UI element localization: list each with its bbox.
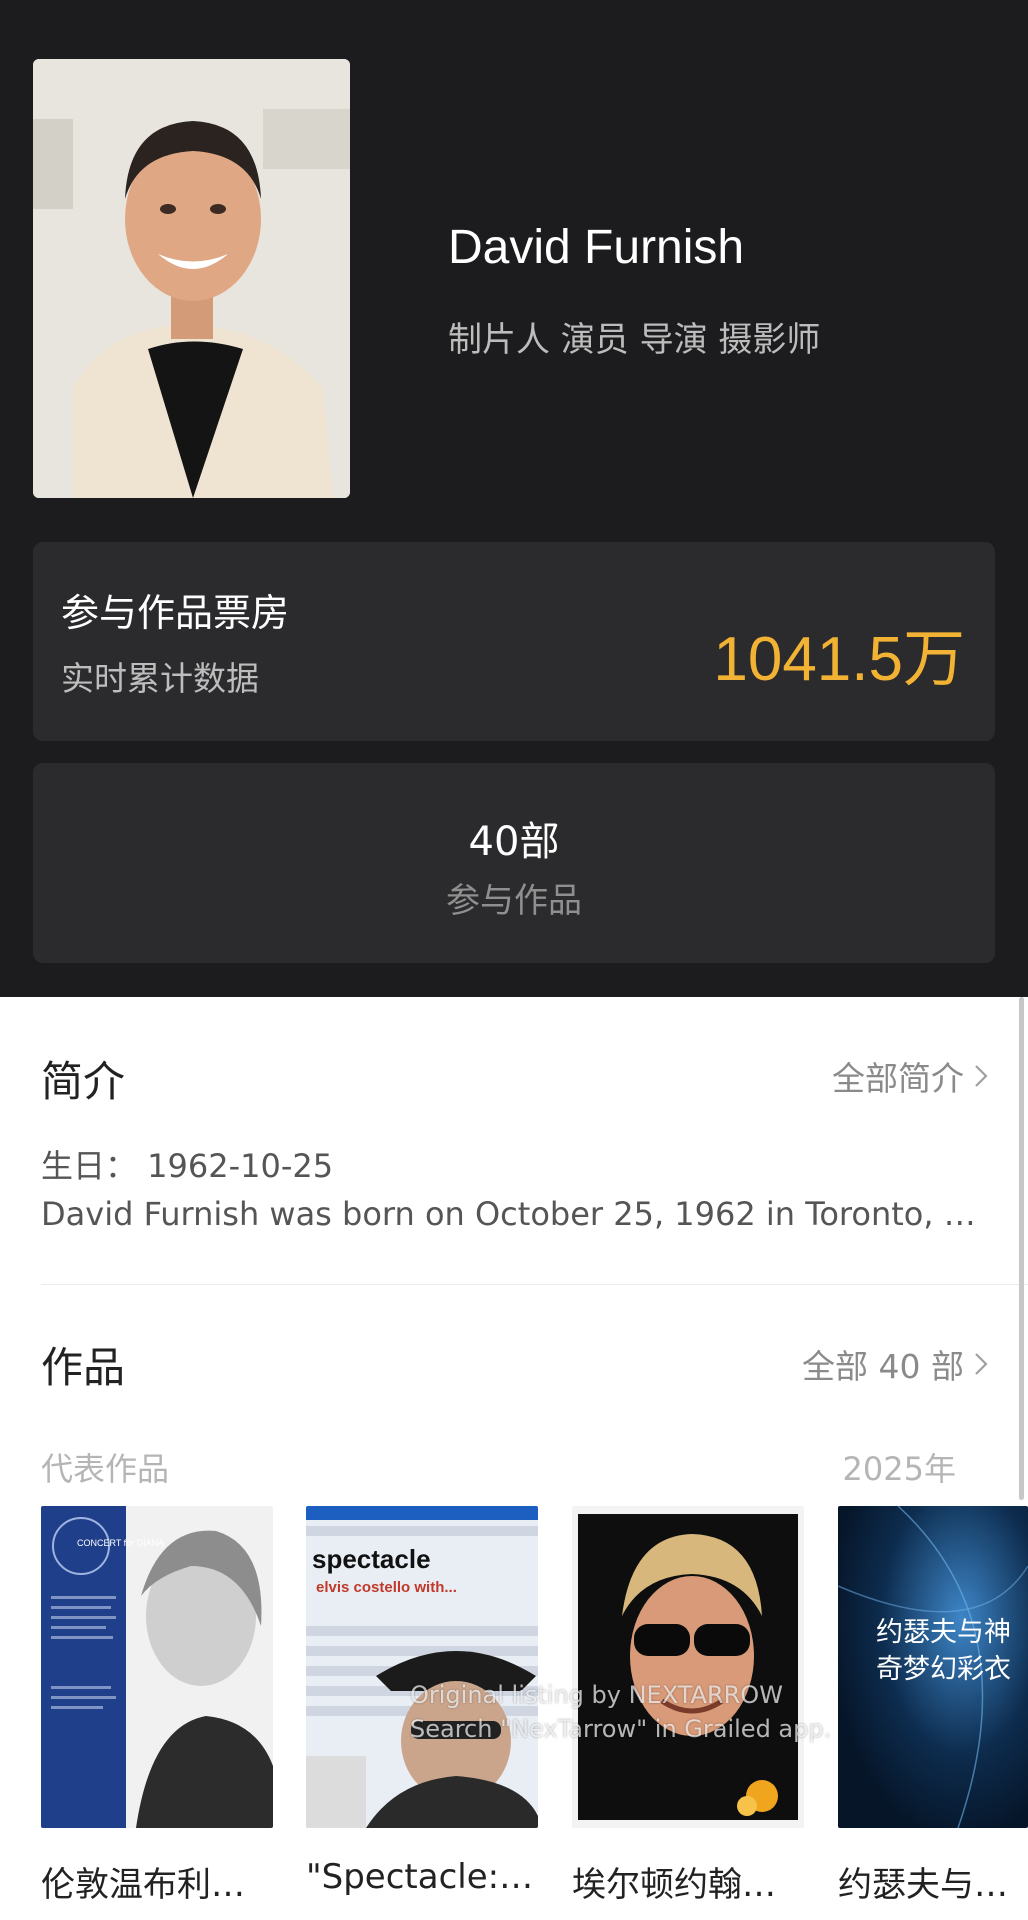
- watermark-overlay: Original listing by NEXTARROW Search "Ne…: [410, 1678, 831, 1746]
- watermark-line-1: Original listing by NEXTARROW: [410, 1681, 783, 1709]
- works-title: 作品: [41, 1343, 126, 1392]
- all-works-label: 全部 40 部: [802, 1347, 964, 1386]
- poster-spectacle[interactable]: spectacle elvis costello with...: [306, 1506, 538, 1828]
- scrollbar[interactable]: [1019, 997, 1024, 1500]
- joseph-poster-line2: 奇梦幻彩衣: [876, 1654, 1011, 1685]
- all-works-link[interactable]: 全部 40 部: [802, 1340, 988, 1388]
- box-office-value: 1041.5万: [713, 625, 965, 694]
- chevron-right-icon: [975, 1353, 988, 1375]
- representative-works-label: 代表作品: [41, 1450, 170, 1488]
- all-intro-label: 全部简介: [832, 1059, 964, 1098]
- poster-elton-john[interactable]: [572, 1506, 804, 1828]
- profile-header: David Furnish 制片人 演员 导演 摄影师 参与作品票房 实时累计数…: [0, 0, 1028, 997]
- poster-joseph[interactable]: 约瑟夫与神 奇梦幻彩衣: [838, 1506, 1028, 1828]
- person-name: David Furnish: [448, 221, 745, 274]
- birthday: 生日： 1962-10-25: [41, 1147, 334, 1185]
- work-title-4[interactable]: 约瑟夫与神奇梦幻彩衣: [838, 1857, 1028, 1906]
- chevron-right-icon: [975, 1065, 988, 1087]
- bio-text[interactable]: David Furnish was born on October 25, 19…: [41, 1195, 986, 1233]
- profile-photo: [33, 59, 350, 498]
- year-label: 2025年: [842, 1450, 956, 1488]
- joseph-poster-line1: 约瑟夫与神: [876, 1617, 1011, 1648]
- watermark-line-2: Search "NexTarrow" in Grailed app.: [410, 1715, 832, 1743]
- all-intro-link[interactable]: 全部简介: [832, 1052, 988, 1100]
- poster-concert-for-diana[interactable]: CONCERT for DIANA: [41, 1506, 273, 1828]
- intro-title: 简介: [41, 1057, 126, 1106]
- works-count: 40部: [468, 819, 560, 865]
- spectacle-poster-title: spectacle: [312, 1544, 431, 1574]
- work-title-1[interactable]: 伦敦温布利大球场纪念戴安娜王妃音乐会: [41, 1857, 273, 1906]
- work-title-3[interactable]: 埃尔顿约翰：我的心肝宝贝: [572, 1857, 804, 1906]
- box-office-title: 参与作品票房: [61, 591, 290, 635]
- spectacle-poster-subtitle: elvis costello with...: [316, 1579, 457, 1596]
- box-office-card[interactable]: 参与作品票房 实时累计数据 1041.5万: [33, 542, 995, 741]
- box-office-subtitle: 实时累计数据: [61, 659, 259, 698]
- person-roles: 制片人 演员 导演 摄影师: [448, 320, 821, 360]
- diana-poster-title: CONCERT for DIANA: [77, 1538, 164, 1548]
- works-count-label: 参与作品: [446, 881, 582, 921]
- work-title-2[interactable]: "Spectacle: Elvis Costello with...": [306, 1857, 538, 1897]
- works-count-card[interactable]: 40部 参与作品: [33, 763, 995, 963]
- section-divider: [41, 1284, 1028, 1285]
